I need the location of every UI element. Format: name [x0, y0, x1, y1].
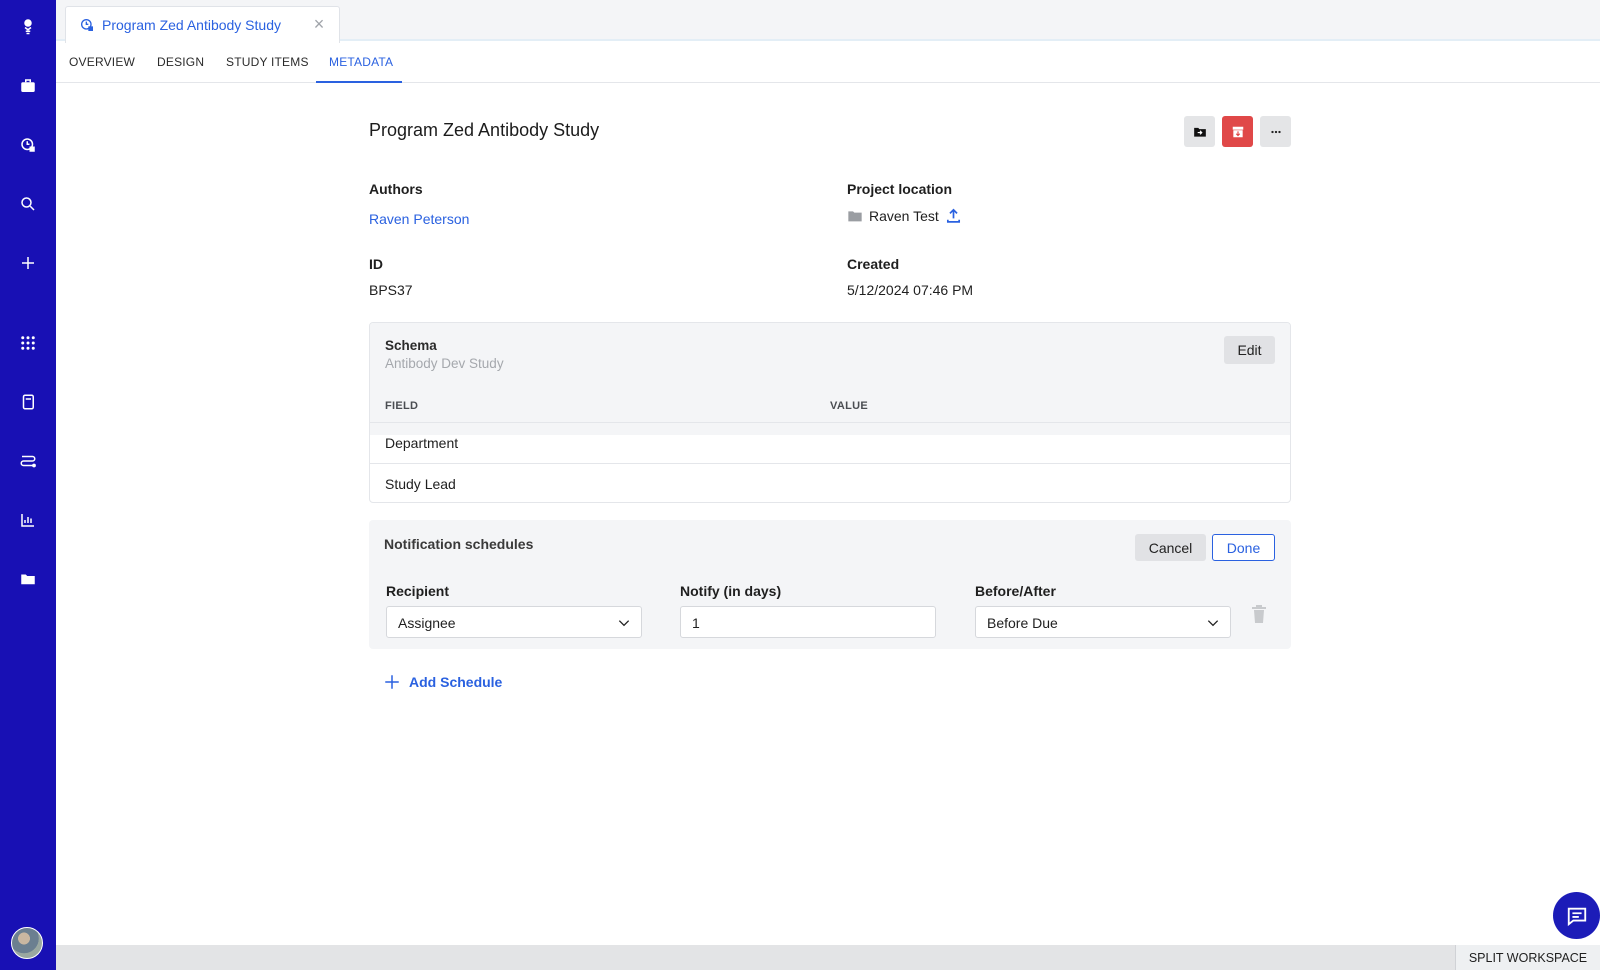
notify-days-input[interactable]: 1 [680, 606, 936, 638]
left-sidebar [0, 0, 56, 970]
tab-title: Program Zed Antibody Study [102, 17, 281, 33]
table-row[interactable]: Department [370, 422, 1290, 463]
logo-icon[interactable] [14, 12, 42, 40]
id-label: ID [369, 256, 383, 272]
briefcase-icon[interactable] [14, 72, 42, 100]
project-location: Raven Test [847, 207, 962, 224]
notebook-icon[interactable] [14, 388, 42, 416]
before-after-label: Before/After [975, 583, 1056, 599]
add-schedule-label: Add Schedule [409, 674, 503, 690]
notification-schedules-title: Notification schedules [384, 536, 534, 552]
upload-icon[interactable] [945, 207, 962, 224]
add-schedule-button[interactable]: Add Schedule [383, 673, 502, 691]
field-cell: Department [385, 435, 459, 451]
plus-icon [385, 675, 399, 689]
move-to-folder-button[interactable] [1184, 116, 1215, 147]
archive-icon [1232, 126, 1243, 137]
tab-strip: Program Zed Antibody Study × [56, 0, 1600, 43]
recipient-value: Assignee [398, 615, 456, 631]
apps-grid-icon[interactable] [14, 329, 42, 357]
search-icon[interactable] [14, 190, 42, 218]
page-title: Program Zed Antibody Study [369, 120, 600, 140]
more-icon [1270, 130, 1281, 133]
cancel-button[interactable]: Cancel [1135, 534, 1206, 561]
avatar[interactable] [11, 927, 43, 959]
done-button[interactable]: Done [1212, 534, 1275, 561]
before-after-value: Before Due [987, 615, 1058, 631]
study-icon[interactable] [14, 131, 42, 159]
sub-navigation: OVERVIEW DESIGN STUDY ITEMS METADATA [56, 43, 1600, 83]
split-workspace-button[interactable]: SPLIT WORKSPACE [1455, 945, 1600, 970]
before-after-select[interactable]: Before Due [975, 606, 1231, 638]
column-header-field: FIELD [385, 400, 419, 412]
more-options-button[interactable] [1260, 116, 1291, 147]
project-location-label: Project location [847, 181, 953, 197]
bottom-bar: SPLIT WORKSPACE [56, 945, 1600, 970]
chat-button[interactable] [1553, 892, 1600, 939]
chevron-down-icon [1207, 620, 1219, 627]
study-icon [81, 19, 93, 31]
notify-days-value: 1 [692, 615, 700, 631]
chevron-down-icon [618, 620, 630, 627]
id-value: BPS37 [369, 282, 413, 298]
schema-subtitle: Antibody Dev Study [385, 356, 504, 371]
chart-icon[interactable] [14, 506, 42, 534]
created-label: Created [847, 256, 900, 272]
tab-design[interactable]: DESIGN [157, 55, 204, 69]
chat-icon [1567, 907, 1586, 926]
recipient-label: Recipient [386, 583, 450, 599]
created-value: 5/12/2024 07:46 PM [847, 282, 974, 298]
plus-icon[interactable] [14, 249, 42, 277]
field-cell: Study Lead [385, 476, 456, 492]
tab-metadata[interactable]: METADATA [329, 55, 393, 69]
edit-schema-button[interactable]: Edit [1224, 336, 1275, 364]
schema-header: Schema Antibody Dev Study Edit FIELD VAL… [370, 323, 1290, 435]
folder-move-icon [1193, 127, 1206, 137]
author-link[interactable]: Raven Peterson [369, 211, 469, 227]
schema-card: Schema Antibody Dev Study Edit FIELD VAL… [369, 322, 1291, 503]
close-icon[interactable]: × [311, 15, 327, 33]
notification-schedules-card: Notification schedules Cancel Done Recip… [369, 520, 1291, 649]
workflow-icon[interactable] [14, 447, 42, 475]
document-tab[interactable]: Program Zed Antibody Study × [65, 6, 340, 43]
tab-overview[interactable]: OVERVIEW [69, 55, 135, 69]
schema-title: Schema [385, 338, 437, 353]
folder-icon [848, 210, 862, 221]
notify-days-label: Notify (in days) [680, 583, 782, 599]
active-tab-indicator [316, 81, 402, 83]
table-row[interactable]: Study Lead [370, 463, 1290, 502]
authors-label: Authors [369, 181, 423, 197]
column-header-value: VALUE [830, 400, 868, 412]
archive-button[interactable] [1222, 116, 1253, 147]
recipient-select[interactable]: Assignee [386, 606, 642, 638]
trash-icon[interactable] [1251, 605, 1267, 623]
project-location-value: Raven Test [869, 207, 939, 224]
tab-study-items[interactable]: STUDY ITEMS [226, 55, 309, 69]
folder-sync-icon[interactable] [14, 565, 42, 593]
